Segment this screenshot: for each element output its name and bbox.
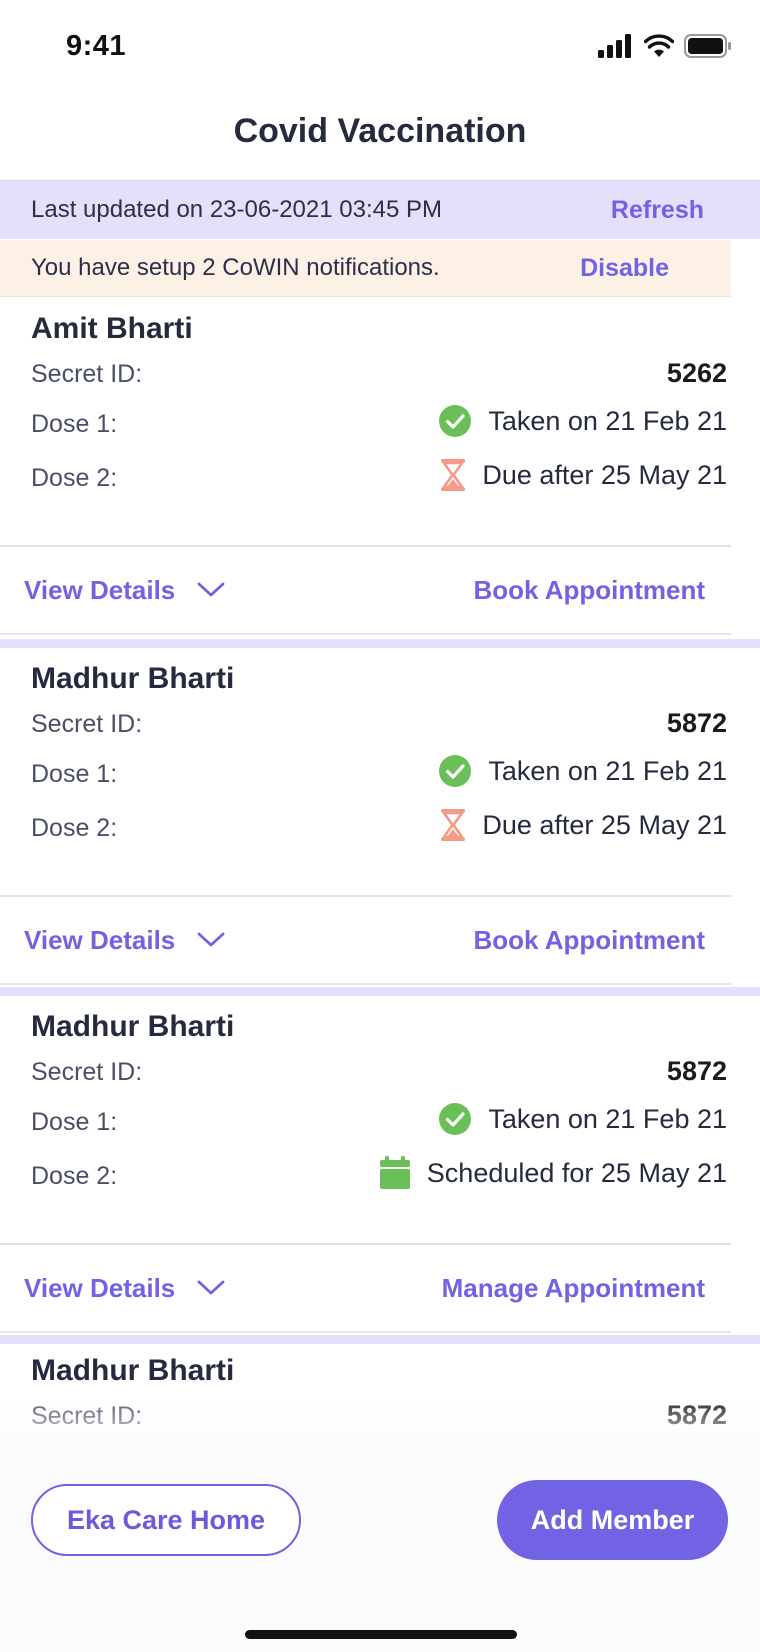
wifi-icon (644, 34, 674, 57)
secret-id-value: 5872 (666, 708, 727, 738)
member-card: Madhur Bharti Secret ID: 5872 Dose 1: Ta… (0, 996, 760, 1338)
dose2-text: Scheduled for 25 May 21 (426, 1157, 727, 1188)
home-indicator (245, 1630, 517, 1639)
view-details-button[interactable]: View Details (24, 925, 225, 956)
check-circle-icon (439, 1103, 472, 1135)
secret-id-value: 5262 (666, 358, 727, 388)
member-card: Amit Bharti Secret ID: 5262 Dose 1: Take… (0, 298, 760, 640)
member-name: Amit Bharti (31, 312, 193, 345)
card-separator (0, 987, 760, 996)
page-title: Covid Vaccination (233, 112, 527, 150)
dose2-label: Dose 2: (31, 1162, 118, 1190)
view-details-button[interactable]: View Details (24, 1273, 225, 1304)
secret-id-value: 5872 (666, 1056, 727, 1086)
view-details-label: View Details (24, 1272, 176, 1303)
chevron-down-icon (197, 1280, 225, 1295)
hourglass-icon (441, 459, 466, 491)
member-name: Madhur Bharti (31, 662, 235, 695)
last-updated-text: Last updated on 23-06-2021 03:45 PM (31, 196, 442, 223)
dose1-status: Taken on 21 Feb 21 (438, 1102, 727, 1136)
last-updated-banner: Last updated on 23-06-2021 03:45 PM Refr… (0, 180, 760, 239)
view-details-label: View Details (24, 924, 176, 955)
member-name: Madhur Bharti (31, 1010, 235, 1043)
card-actions: View Details Manage Appointment (0, 1245, 731, 1333)
card-separator (0, 1335, 760, 1344)
book-appointment-button[interactable]: Book Appointment (473, 575, 705, 606)
dose1-status: Taken on 21 Feb 21 (438, 404, 727, 438)
view-details-button[interactable]: View Details (24, 575, 225, 606)
chevron-down-icon (197, 932, 225, 947)
card-actions: View Details Book Appointment (0, 897, 731, 985)
signal-icon (598, 34, 631, 58)
dose1-text: Taken on 21 Feb 21 (488, 405, 727, 436)
secret-id-label: Secret ID: (31, 360, 143, 388)
notification-banner: You have setup 2 CoWIN notifications. Di… (0, 240, 731, 297)
dose2-label: Dose 2: (31, 464, 118, 492)
view-details-label: View Details (24, 574, 176, 605)
chevron-down-icon (197, 582, 225, 597)
dose2-text: Due after 25 May 21 (482, 459, 727, 490)
card-separator (0, 639, 760, 648)
dose1-text: Taken on 21 Feb 21 (488, 1103, 727, 1134)
notification-text: You have setup 2 CoWIN notifications. (31, 254, 440, 281)
secret-id-label: Secret ID: (31, 1058, 143, 1086)
disable-notifications-button[interactable]: Disable (580, 254, 669, 283)
add-member-button[interactable]: Add Member (497, 1480, 728, 1560)
dose2-label: Dose 2: (31, 814, 118, 842)
check-circle-icon (439, 405, 472, 437)
bottom-action-bar: Eka Care Home Add Member (0, 1455, 760, 1652)
calendar-icon (379, 1156, 410, 1189)
status-icons (598, 34, 732, 58)
check-circle-icon (439, 755, 472, 787)
book-appointment-button[interactable]: Book Appointment (473, 925, 705, 956)
dose2-text: Due after 25 May 21 (482, 809, 727, 840)
dose1-label: Dose 1: (31, 410, 118, 438)
battery-icon (684, 34, 731, 58)
eka-care-home-button[interactable]: Eka Care Home (31, 1484, 301, 1556)
dose1-text: Taken on 21 Feb 21 (488, 755, 727, 786)
hourglass-icon (441, 809, 466, 841)
secret-id-label: Secret ID: (31, 710, 143, 738)
dose2-status: Due after 25 May 21 (440, 458, 727, 492)
member-card: Madhur Bharti Secret ID: 5872 Dose 1: Ta… (0, 648, 760, 990)
status-bar: 9:41 (0, 0, 760, 96)
dose1-label: Dose 1: (31, 760, 118, 788)
status-time: 9:41 (66, 30, 127, 62)
refresh-button[interactable]: Refresh (611, 196, 704, 225)
scroll-fade (0, 1395, 760, 1455)
dose1-label: Dose 1: (31, 1108, 118, 1136)
card-actions: View Details Book Appointment (0, 547, 731, 635)
member-name: Madhur Bharti (31, 1354, 235, 1387)
dose2-status: Scheduled for 25 May 21 (379, 1156, 727, 1190)
dose1-status: Taken on 21 Feb 21 (438, 754, 727, 788)
dose2-status: Due after 25 May 21 (440, 808, 727, 842)
manage-appointment-button[interactable]: Manage Appointment (442, 1273, 705, 1304)
